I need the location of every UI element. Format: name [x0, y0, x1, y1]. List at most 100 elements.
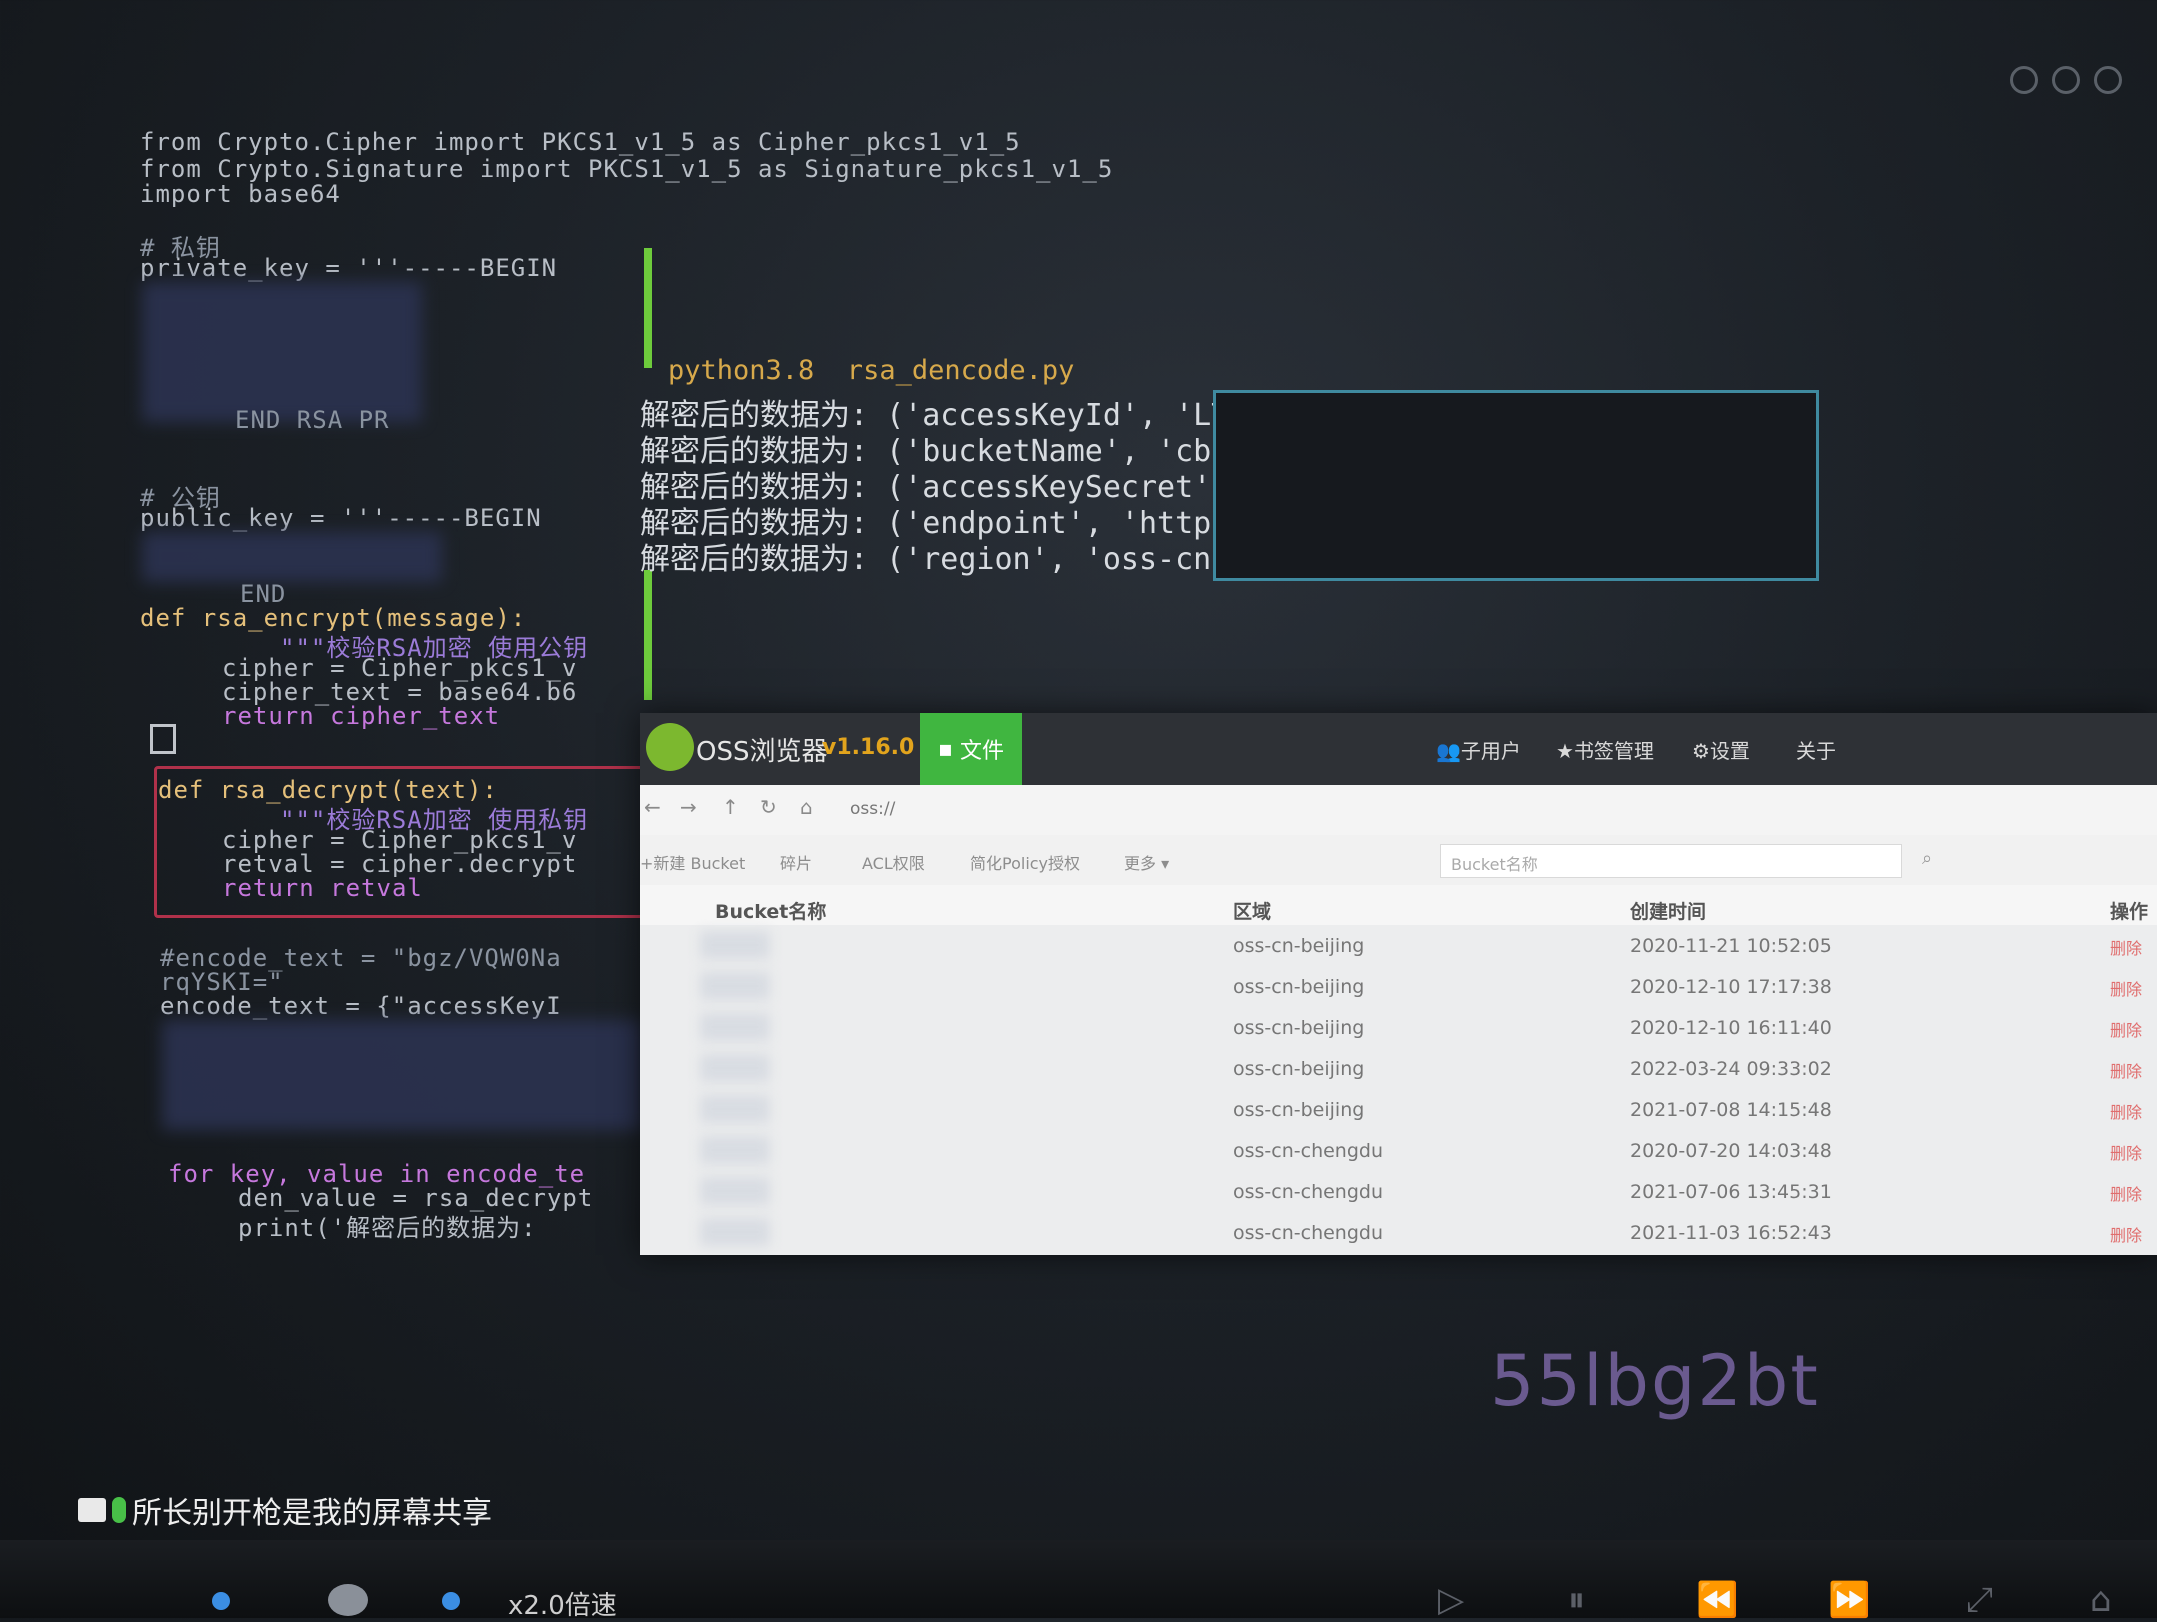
bucket-name-redacted — [700, 1095, 770, 1123]
more-label: 更多 — [1124, 854, 1157, 873]
code-import-1: from Crypto.Cipher import PKCS1_v1_5 as … — [140, 128, 1021, 156]
oss-browser-window: OSS浏览器 v1.16.0 ▪ 文件 👥子用户 ★书签管理 ⚙设置 关于 ← … — [640, 713, 2157, 1255]
encode-redacted — [162, 1020, 642, 1130]
row-created: 2020-12-10 17:17:38 — [1630, 976, 1832, 998]
policy-button[interactable]: 简化Policy授权 — [970, 850, 1080, 874]
fast-forward-icon[interactable] — [328, 1584, 368, 1616]
delete-link[interactable]: 删除 — [2110, 1181, 2142, 1205]
address-input[interactable]: oss:// — [850, 799, 895, 819]
microphone-icon — [112, 1497, 126, 1523]
print-line: print('解密后的数据为: — [238, 1214, 537, 1242]
window-dot-icon[interactable] — [2094, 66, 2122, 94]
row-region: oss-cn-beijing — [1233, 976, 1365, 998]
delete-link[interactable]: 删除 — [2110, 935, 2142, 959]
nav-sub-users[interactable]: 👥子用户 — [1436, 735, 1521, 764]
fragments-button[interactable]: 碎片 — [780, 850, 812, 874]
search-placeholder: Bucket名称 — [1451, 855, 1538, 874]
nav-about[interactable]: 关于 — [1796, 735, 1836, 764]
delete-link[interactable]: 删除 — [2110, 1222, 2142, 1246]
public-key-line: public_key = '''-----BEGIN — [140, 504, 542, 532]
forward-icon[interactable]: → — [680, 795, 697, 819]
row-region: oss-cn-beijing — [1233, 1017, 1365, 1039]
delete-link[interactable]: 删除 — [2110, 1140, 2142, 1164]
table-row[interactable]: oss-cn-beijing 2020-11-21 10:52:05 删除 — [640, 925, 2157, 965]
new-bucket-button[interactable]: +新建 Bucket — [640, 850, 745, 874]
code-import-3: import base64 — [140, 180, 341, 208]
row-created: 2021-11-03 16:52:43 — [1630, 1222, 1832, 1244]
row-created: 2020-12-10 16:11:40 — [1630, 1017, 1832, 1039]
col-created[interactable]: 创建时间 — [1630, 897, 1706, 924]
delete-link[interactable]: 删除 — [2110, 1017, 2142, 1041]
squiggle-bottom — [644, 570, 652, 700]
row-region: oss-cn-beijing — [1233, 1058, 1365, 1080]
status-dot-icon — [212, 1592, 230, 1610]
bucket-name-redacted — [700, 1177, 770, 1205]
table-row[interactable]: oss-cn-beijing 2020-12-10 17:17:38 删除 — [640, 966, 2157, 1006]
home-icon[interactable]: ⌂ — [2090, 1580, 2112, 1620]
tab-files-label: 文件 — [959, 739, 1004, 764]
screen-share-banner: 所长别开枪是我的屏幕共享 — [78, 1488, 492, 1532]
encrypt-return: return cipher_text — [222, 702, 501, 730]
bucket-search-input[interactable]: Bucket名称 — [1440, 844, 1902, 878]
table-row[interactable]: oss-cn-beijing 2022-03-24 09:33:02 删除 — [640, 1048, 2157, 1088]
private-key-line: private_key = '''-----BEGIN — [140, 254, 558, 282]
table-row[interactable]: oss-cn-chengdu 2021-07-06 13:45:31 删除 — [640, 1171, 2157, 1211]
window-dot-icon[interactable] — [2010, 66, 2038, 94]
pause-icon[interactable]: ⏸ — [1568, 1580, 1585, 1620]
row-created: 2020-07-20 14:03:48 — [1630, 1140, 1832, 1162]
nav-bookmarks[interactable]: ★书签管理 — [1556, 735, 1654, 764]
encode-text: encode_text = {"accessKeyI — [160, 992, 562, 1020]
nav-bookmarks-label: 书签管理 — [1573, 739, 1654, 763]
fullscreen-icon[interactable]: ⤢ — [1966, 1580, 1993, 1620]
back-icon[interactable]: ← — [644, 795, 661, 819]
row-region: oss-cn-chengdu — [1233, 1222, 1384, 1244]
bucket-table-header: Bucket名称 区域 创建时间 操作 — [640, 885, 2157, 925]
row-region: oss-cn-beijing — [1233, 935, 1365, 957]
checkbox-icon[interactable] — [150, 724, 176, 754]
bucket-name-redacted — [700, 1013, 770, 1041]
row-created: 2022-03-24 09:33:02 — [1630, 1058, 1832, 1080]
row-created: 2021-07-08 14:15:48 — [1630, 1099, 1832, 1121]
more-button[interactable]: 更多 ▾ — [1124, 850, 1169, 874]
row-region: oss-cn-chengdu — [1233, 1181, 1384, 1203]
table-row[interactable]: oss-cn-beijing 2021-07-08 14:15:48 删除 — [640, 1089, 2157, 1129]
up-icon[interactable]: ↑ — [722, 795, 739, 819]
terminal-output-line: 解密后的数据为: ('region', 'oss-cn-b — [640, 542, 1248, 577]
playback-speed[interactable]: x2.0倍速 — [508, 1585, 617, 1622]
public-key-redacted — [142, 532, 442, 582]
search-icon[interactable]: ⌕ — [1922, 848, 1932, 869]
squiggle-top — [644, 248, 652, 368]
bucket-name-redacted — [700, 972, 770, 1000]
table-row[interactable]: oss-cn-beijing 2020-12-10 16:11:40 删除 — [640, 1007, 2157, 1047]
address-bar: ← → ↑ ↻ ⌂ oss:// — [640, 785, 2157, 836]
col-bucket-name[interactable]: Bucket名称 — [715, 897, 826, 924]
bucket-name-redacted — [700, 1136, 770, 1164]
window-dot-icon[interactable] — [2052, 66, 2080, 94]
table-row[interactable]: oss-cn-chengdu 2021-11-03 16:52:43 删除 — [640, 1212, 2157, 1252]
acl-button[interactable]: ACL权限 — [862, 850, 925, 874]
redacted-secrets-box — [1213, 390, 1819, 581]
status-dot-icon — [442, 1592, 460, 1610]
bucket-name-redacted — [700, 1054, 770, 1082]
tab-files[interactable]: ▪ 文件 — [920, 713, 1022, 785]
delete-link[interactable]: 删除 — [2110, 1099, 2142, 1123]
col-region[interactable]: 区域 — [1233, 897, 1271, 924]
delete-link[interactable]: 删除 — [2110, 1058, 2142, 1082]
bucket-name-redacted — [700, 931, 770, 959]
delete-link[interactable]: 删除 — [2110, 976, 2142, 1000]
toolbar: +新建 Bucket 碎片 ACL权限 简化Policy授权 更多 ▾ Buck… — [640, 835, 2157, 886]
col-actions: 操作 — [2110, 901, 2149, 923]
home-icon[interactable]: ⌂ — [800, 795, 813, 819]
oss-version: v1.16.0 — [822, 735, 915, 760]
bucket-name-redacted — [700, 1218, 770, 1246]
play-icon[interactable]: ▷ — [1438, 1580, 1464, 1620]
row-created: 2021-07-06 13:45:31 — [1630, 1181, 1832, 1203]
table-row[interactable]: oss-cn-chengdu 2020-07-20 14:03:48 删除 — [640, 1130, 2157, 1170]
nav-settings[interactable]: ⚙设置 — [1692, 735, 1750, 764]
refresh-icon[interactable]: ↻ — [760, 795, 777, 819]
forward-icon[interactable]: ⏩ — [1828, 1580, 1870, 1620]
oss-logo-icon — [646, 723, 694, 771]
rewind-icon[interactable]: ⏪ — [1696, 1580, 1738, 1620]
row-region: oss-cn-chengdu — [1233, 1140, 1384, 1162]
oss-app-name: OSS浏览器 — [696, 737, 828, 767]
